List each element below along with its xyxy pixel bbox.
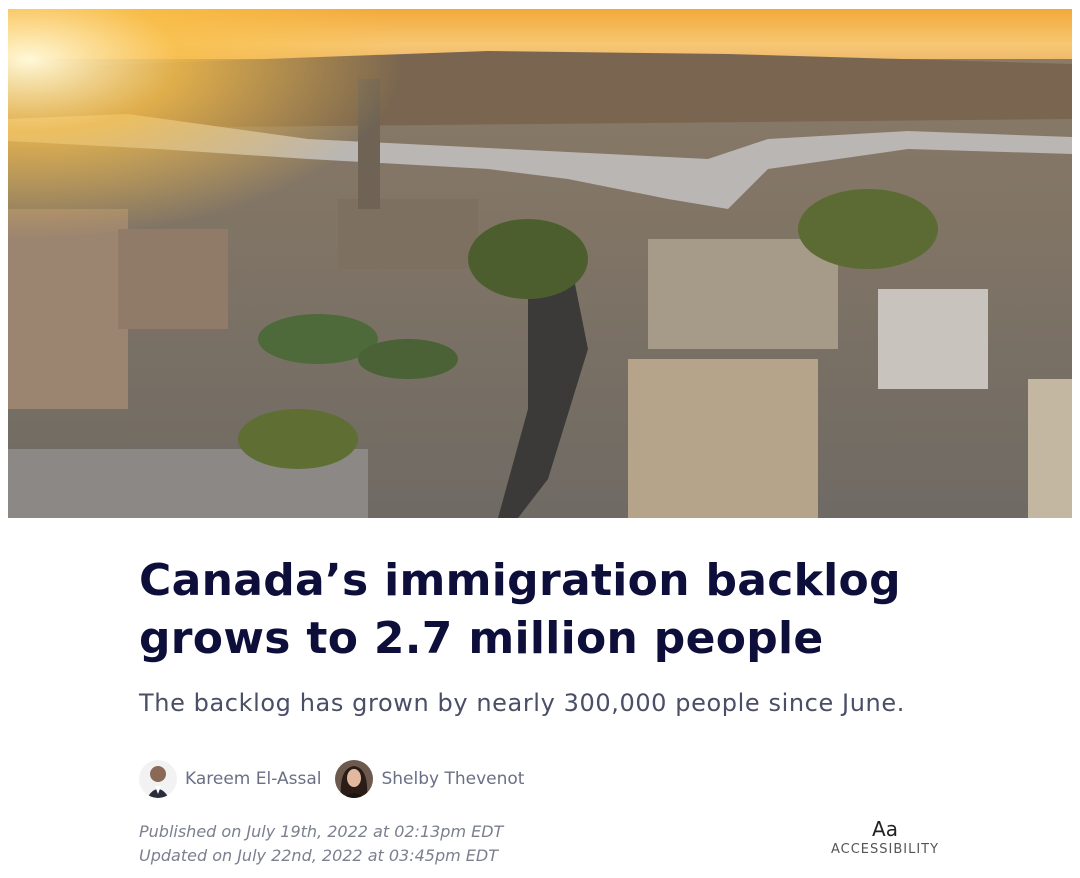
author-avatar: [335, 760, 374, 798]
author-list: Kareem El-Assal Shelby Thevenot: [139, 760, 524, 798]
author-avatar: [139, 760, 177, 798]
published-date: Published on July 19th, 2022 at 02:13pm …: [139, 822, 504, 841]
headline: Canada’s immigration backlog grows to 2.…: [139, 555, 901, 664]
subheadline: The backlog has grown by nearly 300,000 …: [139, 689, 905, 717]
author-name: Shelby Thevenot: [381, 769, 525, 789]
updated-date: Updated on July 22nd, 2022 at 03:45pm ED…: [139, 846, 498, 865]
accessibility-label: ACCESSIBILITY: [830, 842, 940, 857]
accessibility-button[interactable]: Aa ACCESSIBILITY: [828, 816, 942, 857]
hero-image: [8, 9, 1072, 518]
author-kareem[interactable]: Kareem El-Assal: [139, 760, 321, 798]
text-size-icon: Aa: [872, 817, 898, 841]
author-name: Kareem El-Assal: [185, 769, 322, 789]
author-shelby[interactable]: Shelby Thevenot: [335, 760, 524, 798]
article-dates: Published on July 19th, 2022 at 02:13pm …: [139, 820, 503, 868]
